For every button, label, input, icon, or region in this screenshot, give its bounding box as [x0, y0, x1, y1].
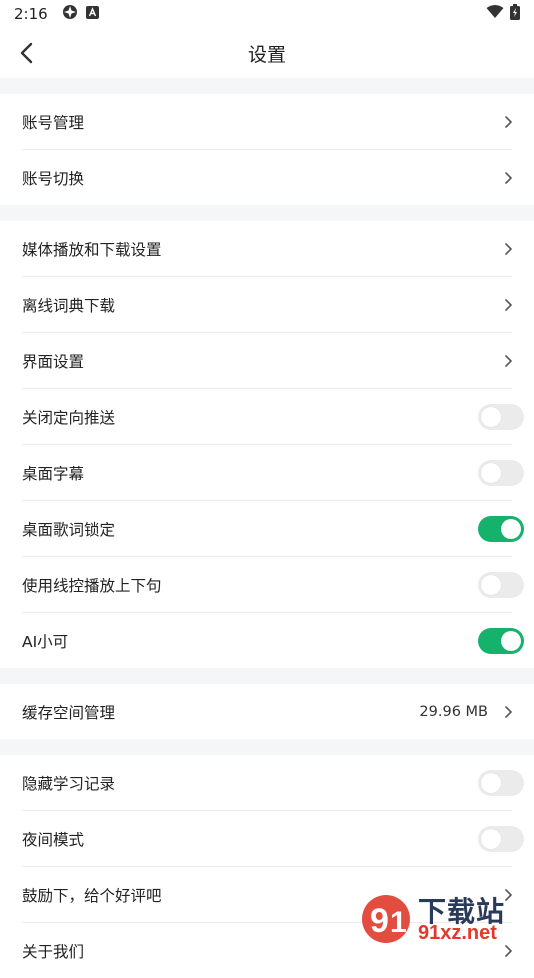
settings-row[interactable]: 离线词典下载 — [22, 277, 512, 333]
settings-group: 账号管理 账号切换 — [0, 94, 534, 205]
settings-group: 媒体播放和下载设置 离线词典下载 界面设置关闭定向推送 桌面字幕桌面歌词锁定使用线控播… — [0, 221, 534, 668]
settings-row-label: 账号切换 — [22, 169, 85, 188]
settings-row: 桌面字幕 — [22, 445, 524, 501]
chevron-right-icon — [505, 705, 512, 718]
settings-row: 隐藏学习记录 — [22, 755, 524, 811]
settings-row[interactable]: 缓存空间管理 29.96 MB — [22, 684, 512, 739]
settings-row-label: 夜间模式 — [22, 830, 85, 849]
settings-row-label: 桌面歌词锁定 — [22, 520, 116, 539]
settings-row[interactable]: 账号管理 — [22, 94, 512, 150]
settings-list: 账号管理账号切换媒体播放和下载设置 离线词典下载 界面设置关闭定向推送 桌面字幕桌面歌… — [0, 78, 534, 978]
toggle-knob — [481, 772, 501, 793]
chevron-right-icon — [505, 242, 512, 255]
section-divider — [0, 78, 534, 94]
app-header: 设置 — [0, 28, 534, 78]
status-bar: 2:16 — [0, 0, 534, 28]
settings-row-control — [494, 298, 512, 312]
settings-row-label: 媒体播放和下载设置 — [22, 240, 162, 259]
settings-row-label: 桌面字幕 — [22, 464, 85, 483]
toggle-switch[interactable] — [478, 825, 524, 852]
settings-row-control — [478, 825, 524, 852]
settings-row-label: 离线词典下载 — [22, 296, 116, 315]
section-divider — [0, 668, 534, 684]
settings-row-control — [494, 242, 512, 256]
settings-row-control — [478, 571, 524, 598]
toggle-knob — [481, 462, 501, 483]
toggle-switch[interactable] — [478, 459, 524, 486]
settings-row: AI小可 — [22, 613, 524, 668]
settings-row-control — [478, 459, 524, 486]
app-notification-icon — [62, 4, 78, 24]
svg-text:9: 9 — [370, 902, 389, 940]
toggle-switch[interactable] — [478, 403, 524, 430]
settings-row[interactable]: 账号切换 — [22, 150, 512, 205]
settings-row-label: 缓存空间管理 — [22, 703, 116, 722]
watermark-sub: 91xz.net — [418, 922, 497, 944]
settings-row-control — [478, 769, 524, 796]
settings-row-label: 使用线控播放上下句 — [22, 576, 162, 595]
toggle-switch[interactable] — [478, 769, 524, 796]
battery-icon — [510, 4, 520, 24]
back-arrow-icon[interactable] — [14, 40, 40, 66]
settings-row-label: AI小可 — [22, 632, 69, 651]
toggle-knob — [481, 828, 501, 849]
chevron-right-icon — [505, 298, 512, 311]
toggle-knob — [501, 518, 521, 539]
settings-row: 桌面歌词锁定 — [22, 501, 524, 557]
a-notification-icon — [85, 5, 99, 23]
toggle-switch[interactable] — [478, 515, 524, 542]
settings-row-control — [478, 627, 524, 654]
settings-row-control — [494, 171, 512, 185]
chevron-right-icon — [505, 354, 512, 367]
cache-size-value: 29.96 MB — [419, 703, 488, 720]
toggle-knob — [481, 406, 501, 427]
section-divider — [0, 739, 534, 755]
settings-row-label: 账号管理 — [22, 113, 85, 132]
settings-row-control: 29.96 MB — [419, 704, 512, 720]
toggle-knob — [481, 574, 501, 595]
toggle-switch[interactable] — [478, 571, 524, 598]
settings-row: 使用线控播放上下句 — [22, 557, 524, 613]
chevron-right-icon — [505, 115, 512, 128]
status-time: 2:16 — [14, 5, 48, 23]
toggle-switch[interactable] — [478, 627, 524, 654]
settings-row[interactable]: 界面设置 — [22, 333, 512, 389]
section-divider — [0, 205, 534, 221]
settings-row-label: 隐藏学习记录 — [22, 774, 116, 793]
watermark-logo: 9 1 下载站 91xz.net — [358, 890, 528, 948]
settings-row-control — [478, 515, 524, 542]
settings-group: 缓存空间管理 29.96 MB — [0, 684, 534, 739]
settings-row-label: 关闭定向推送 — [22, 408, 116, 427]
settings-row: 关闭定向推送 — [22, 389, 524, 445]
settings-row[interactable]: 媒体播放和下载设置 — [22, 221, 512, 277]
page-title: 设置 — [247, 43, 286, 66]
chevron-right-icon — [505, 171, 512, 184]
wifi-icon — [486, 5, 504, 23]
settings-row-control — [494, 354, 512, 368]
toggle-knob — [501, 630, 521, 651]
settings-row-control — [494, 115, 512, 129]
settings-row-label: 界面设置 — [22, 352, 85, 371]
settings-row-label: 关于我们 — [22, 942, 85, 961]
svg-text:1: 1 — [390, 906, 407, 939]
settings-row-control — [478, 403, 524, 430]
settings-row-label: 鼓励下，给个好评吧 — [22, 886, 162, 905]
settings-row: 夜间模式 — [22, 811, 524, 867]
